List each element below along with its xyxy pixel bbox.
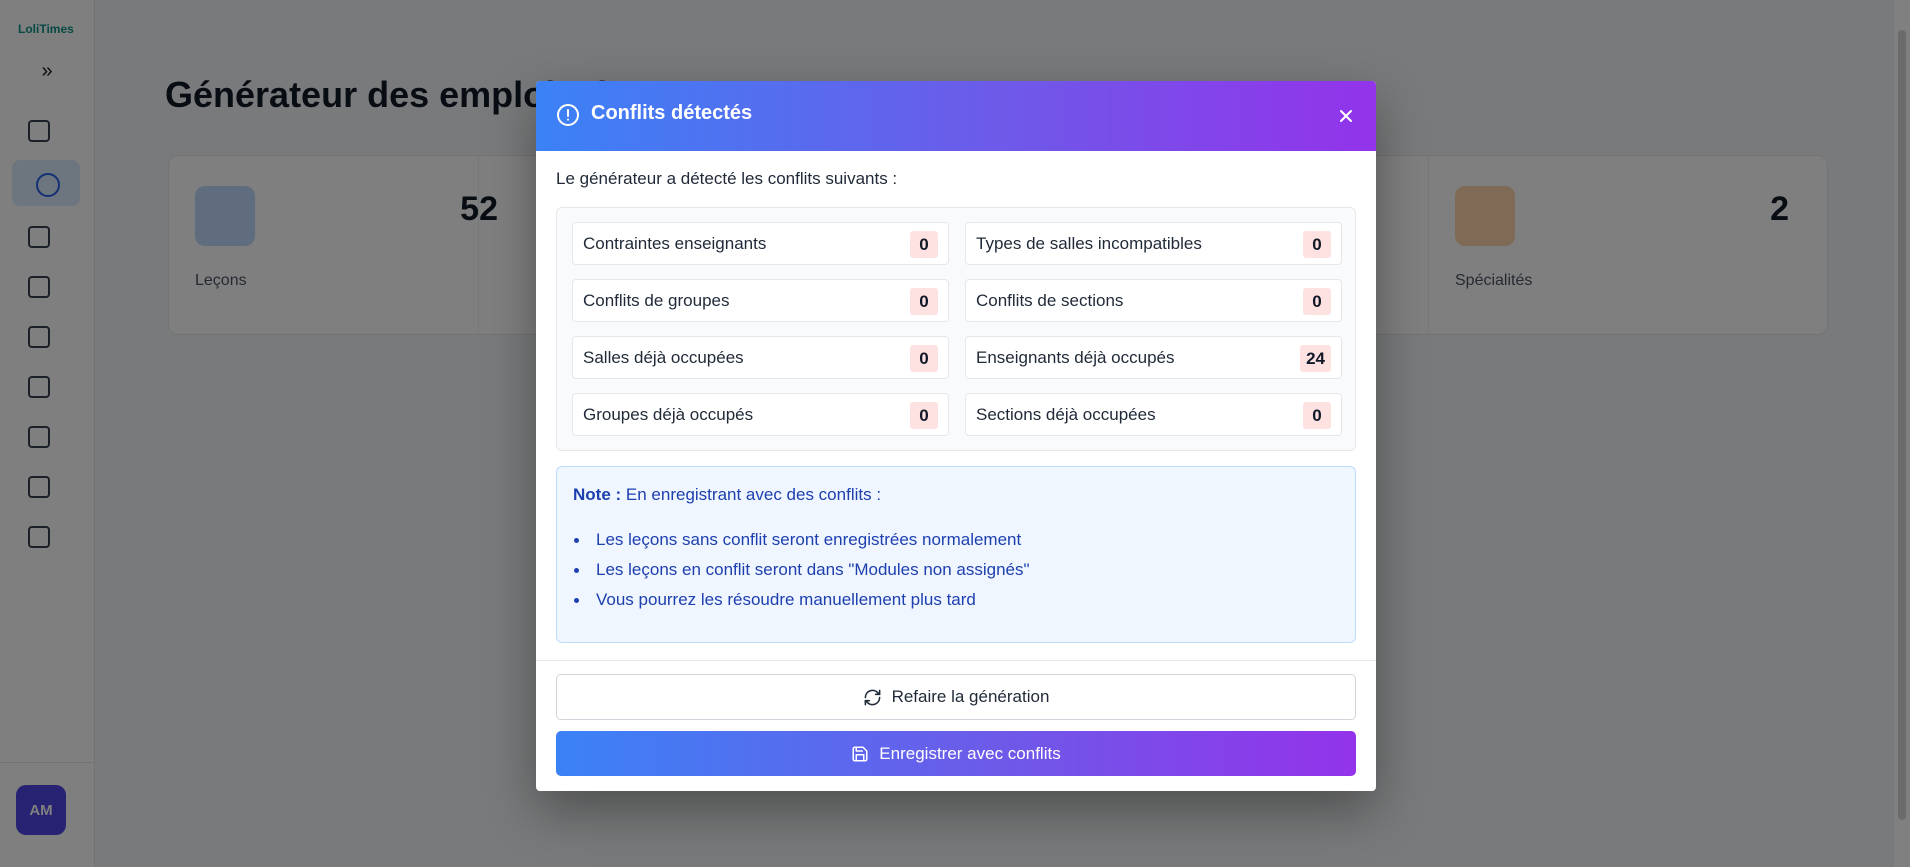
conflict-label: Conflits de groupes bbox=[583, 291, 730, 310]
conflict-label: Types de salles incompatibles bbox=[976, 234, 1202, 253]
conflict-label: Contraintes enseignants bbox=[583, 234, 767, 253]
conflict-count-badge: 24 bbox=[1300, 345, 1331, 372]
note-list-item: Les leçons sans conflit seront enregistr… bbox=[573, 525, 1030, 555]
conflict-count-badge: 0 bbox=[910, 288, 938, 315]
conflict-teacher-constraints: Contraintes enseignants 0 bbox=[572, 222, 949, 265]
conflict-room-types: Types de salles incompatibles 0 bbox=[965, 222, 1342, 265]
conflict-sections: Conflits de sections 0 bbox=[965, 279, 1342, 322]
conflict-rooms-occupied: Salles déjà occupées 0 bbox=[572, 336, 949, 379]
conflict-groups-occupied: Groupes déjà occupés 0 bbox=[572, 393, 949, 436]
page-scrollbar[interactable] bbox=[1894, 0, 1910, 867]
modal-header: Conflits détectés bbox=[536, 81, 1376, 151]
note-heading: Note : En enregistrant avec des conflits… bbox=[573, 485, 881, 505]
close-button[interactable] bbox=[1334, 104, 1358, 128]
conflict-groups: Conflits de groupes 0 bbox=[572, 279, 949, 322]
alert-circle-icon bbox=[557, 104, 579, 126]
conflict-count-badge: 0 bbox=[910, 345, 938, 372]
refresh-icon bbox=[864, 689, 880, 705]
modal-title: Conflits détectés bbox=[591, 102, 753, 124]
conflict-count-badge: 0 bbox=[910, 231, 938, 258]
conflict-label: Groupes déjà occupés bbox=[583, 405, 754, 424]
note-list-item: Les leçons en conflit seront dans "Modul… bbox=[573, 555, 1030, 585]
modal-intro: Le générateur a détecté les conflits sui… bbox=[556, 169, 898, 188]
info-note: Note : En enregistrant avec des conflits… bbox=[556, 466, 1356, 643]
conflict-teachers-occupied: Enseignants déjà occupés 24 bbox=[965, 336, 1342, 379]
regenerate-button[interactable]: Refaire la génération bbox=[556, 674, 1356, 720]
scrollbar-thumb[interactable] bbox=[1898, 30, 1906, 820]
save-icon bbox=[852, 746, 868, 761]
conflict-label: Enseignants déjà occupés bbox=[976, 348, 1175, 367]
conflict-count-badge: 0 bbox=[1303, 288, 1331, 315]
conflicts-panel: Contraintes enseignants 0 Types de salle… bbox=[556, 207, 1356, 451]
conflict-label: Conflits de sections bbox=[976, 291, 1124, 310]
conflict-label: Salles déjà occupées bbox=[583, 348, 744, 367]
save-with-conflicts-button[interactable]: Enregistrer avec conflits bbox=[556, 731, 1356, 776]
regenerate-label: Refaire la génération bbox=[891, 687, 1050, 706]
save-label: Enregistrer avec conflits bbox=[879, 743, 1061, 763]
modal-footer-divider bbox=[536, 660, 1376, 661]
note-text: En enregistrant avec des conflits : bbox=[625, 485, 882, 504]
conflicts-modal: Conflits détectés Le générateur a détect… bbox=[536, 81, 1376, 791]
close-icon[interactable] bbox=[1338, 108, 1354, 124]
conflict-count-badge: 0 bbox=[1303, 231, 1331, 258]
conflict-label: Sections déjà occupées bbox=[976, 405, 1156, 424]
note-list-item: Vous pourrez les résoudre manuellement p… bbox=[573, 585, 1030, 615]
conflict-count-badge: 0 bbox=[910, 402, 938, 429]
note-list: Les leçons sans conflit seront enregistr… bbox=[573, 525, 1030, 615]
conflict-sections-occupied: Sections déjà occupées 0 bbox=[965, 393, 1342, 436]
conflict-count-badge: 0 bbox=[1303, 402, 1331, 429]
note-label: Note : bbox=[573, 485, 622, 504]
